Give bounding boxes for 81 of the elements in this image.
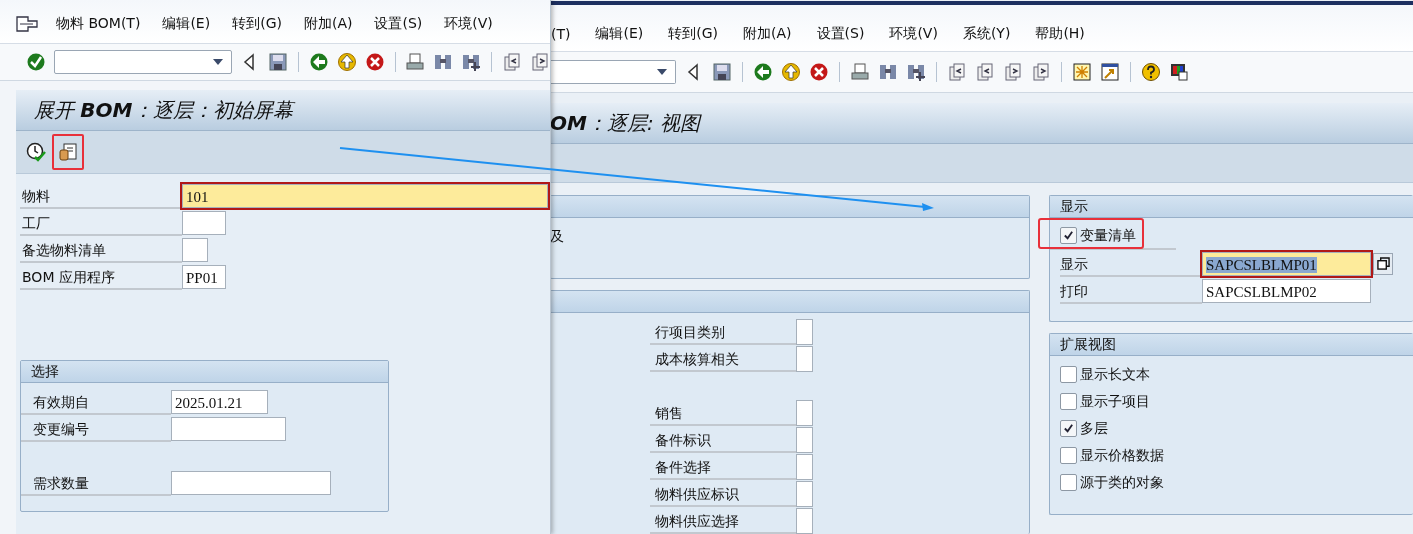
- binoculars-icon[interactable]: [433, 52, 454, 72]
- shortcut-icon[interactable]: [1100, 62, 1120, 82]
- checkbox[interactable]: [1060, 474, 1077, 491]
- screen-title: OM：逐层: 视图: [550, 109, 700, 137]
- indicator-field[interactable]: [796, 453, 813, 480]
- menu-item[interactable]: 环境(V): [889, 25, 938, 43]
- previous-page-icon[interactable]: [975, 62, 995, 82]
- value-help-button[interactable]: [1373, 252, 1393, 275]
- checkbox[interactable]: [1060, 447, 1077, 464]
- layout-icon[interactable]: [1169, 62, 1189, 82]
- help-icon[interactable]: [1141, 62, 1161, 82]
- first-page-icon[interactable]: [947, 62, 967, 82]
- save-icon[interactable]: [712, 62, 732, 82]
- command-field[interactable]: [54, 50, 232, 74]
- new-session-icon[interactable]: [1072, 62, 1092, 82]
- confirm-icon[interactable]: [26, 52, 46, 72]
- next-page-icon[interactable]: [1003, 62, 1023, 82]
- menu-item[interactable]: 附加(A): [303, 14, 353, 33]
- check-icon: [1063, 423, 1074, 434]
- input-field[interactable]: [182, 237, 208, 262]
- input-field[interactable]: 101: [182, 183, 548, 208]
- menu-item[interactable]: 附加(A): [743, 25, 792, 43]
- input-field[interactable]: SAPCSLBLMP01: [1202, 251, 1371, 276]
- dropdown-arrow-icon[interactable]: [213, 59, 223, 65]
- last-page-icon[interactable]: [1031, 62, 1051, 82]
- input-field[interactable]: [171, 416, 286, 441]
- input-field[interactable]: [171, 470, 331, 495]
- menu-item[interactable]: 帮助(H): [1035, 25, 1085, 43]
- input-field[interactable]: SAPCSLBLMP02: [1202, 278, 1371, 303]
- cancel-icon[interactable]: [809, 62, 829, 82]
- menu-item[interactable]: 转到(G): [232, 14, 282, 33]
- print-icon[interactable]: [850, 62, 870, 82]
- document-hand-icon[interactable]: [58, 142, 78, 162]
- checkbox-label: 源于类的对象: [1080, 473, 1164, 492]
- up-arrow-icon[interactable]: [781, 62, 801, 82]
- command-field[interactable]: [550, 60, 676, 84]
- checkbox[interactable]: [1060, 366, 1077, 383]
- group-title: 扩展视图: [1060, 335, 1116, 354]
- group-title: 选择: [31, 362, 59, 381]
- previous-page-icon[interactable]: [502, 52, 522, 72]
- menu-item[interactable]: 物料 BOM(T): [56, 14, 141, 33]
- indicator-field[interactable]: [796, 399, 813, 426]
- checkbox-label: 显示价格数据: [1080, 446, 1164, 465]
- input-field[interactable]: 2025.01.21: [171, 389, 268, 414]
- indicator-field[interactable]: [796, 507, 813, 534]
- menu-item[interactable]: 设置(S): [816, 25, 865, 43]
- checkbox-label: 显示子项目: [1080, 392, 1150, 411]
- menu-icon[interactable]: [16, 15, 38, 32]
- binoculars-icon[interactable]: [878, 62, 898, 82]
- cancel-icon[interactable]: [364, 52, 385, 72]
- binoculars-plus-icon[interactable]: [906, 62, 926, 82]
- menu-item[interactable]: 编辑(E): [595, 25, 644, 43]
- checkbox[interactable]: [1060, 420, 1077, 437]
- checkbox-label: 多层: [1080, 419, 1108, 438]
- next-page-icon[interactable]: [530, 52, 550, 72]
- menu-item[interactable]: 环境(V): [444, 14, 493, 33]
- label: 及: [550, 228, 564, 246]
- indicator-field[interactable]: [796, 480, 813, 507]
- binoculars-plus-icon[interactable]: [461, 52, 482, 72]
- group-title: 显示: [1060, 197, 1088, 216]
- save-icon[interactable]: [268, 52, 288, 72]
- print-icon[interactable]: [405, 52, 426, 72]
- menu-item[interactable]: 编辑(E): [162, 14, 211, 33]
- menu-item[interactable]: (T): [551, 26, 571, 42]
- menu-item[interactable]: 转到(G): [668, 25, 719, 43]
- indicator-field[interactable]: [796, 345, 813, 372]
- execute-icon[interactable]: [26, 142, 46, 162]
- back-icon[interactable]: [753, 62, 773, 82]
- dropdown-arrow-icon[interactable]: [657, 69, 667, 75]
- checkbox-label: 变量清单: [1080, 226, 1136, 245]
- input-field[interactable]: PP01: [182, 264, 226, 289]
- menu-item[interactable]: 系统(Y): [962, 25, 1011, 43]
- indicator-field[interactable]: [796, 426, 813, 453]
- menu-item[interactable]: 设置(S): [374, 14, 423, 33]
- indicator-field[interactable]: [796, 318, 813, 345]
- input-field[interactable]: [182, 210, 226, 235]
- checkbox[interactable]: [1060, 227, 1077, 244]
- check-icon: [1063, 230, 1074, 241]
- back-icon[interactable]: [308, 52, 329, 72]
- checkbox-label: 显示长文本: [1080, 365, 1150, 384]
- checkbox[interactable]: [1060, 393, 1077, 410]
